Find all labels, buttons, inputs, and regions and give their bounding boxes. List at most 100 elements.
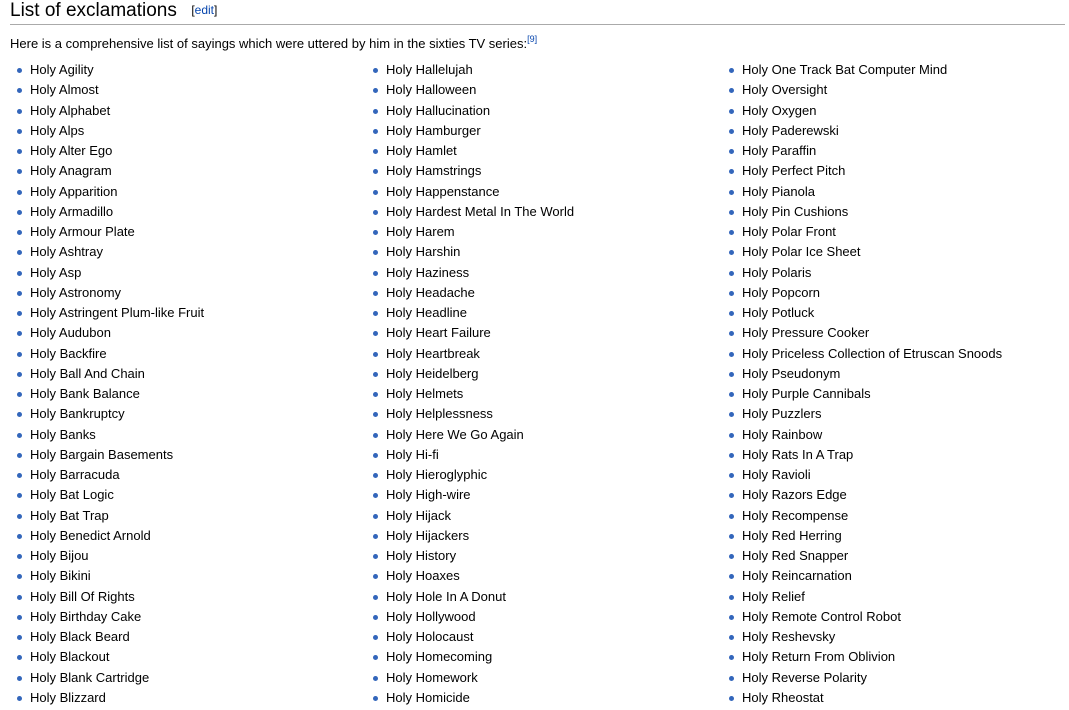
bullet-icon (729, 331, 734, 337)
bullet-icon (373, 513, 378, 519)
list-item-text: Holy Potluck (742, 305, 815, 320)
bullet-icon (17, 473, 22, 478)
list-item-text: Holy Hamburger (386, 122, 481, 138)
list-item: Holy Apparition (10, 182, 204, 202)
exclamation-list-column-1: Holy Agility Holy Almost Holy Alphabet Holy… (10, 60, 204, 708)
list-item-text: Holy Headache (386, 284, 475, 300)
list-item: Holy Hieroglyphic (366, 465, 574, 485)
list-item-text: Holy Paderewski (742, 122, 839, 138)
bullet-icon (729, 270, 734, 276)
bullet-icon (17, 270, 22, 276)
list-item-text: Holy Benedict Arnold (30, 527, 151, 543)
list-item-text: Holy Perfect Pitch (742, 163, 846, 179)
list-item-text: Holy Bijou (30, 548, 89, 563)
list-item-text: Holy Heidelberg (386, 365, 479, 381)
bullet-icon (373, 250, 378, 256)
edit-bracket-close: ] (214, 3, 218, 17)
list-item-text: Holy Relief (742, 588, 805, 604)
bullet-icon (17, 493, 22, 499)
bullet-icon (729, 513, 734, 519)
bullet-icon (373, 594, 378, 600)
bullet-icon (17, 432, 22, 438)
list-item: Holy Armadillo (10, 202, 204, 222)
bullet-icon (17, 108, 22, 114)
list-item: Holy Polar Front (722, 222, 1002, 242)
list-item: Holy Hamlet (366, 141, 574, 161)
bullet-icon (17, 128, 22, 134)
list-item: Holy Blackout (10, 647, 204, 667)
list-item: Holy Astronomy (10, 283, 204, 303)
list-item-text: Holy Oxygen (742, 102, 817, 118)
list-item-text: Holy Astronomy (30, 284, 122, 300)
list-item-text: Holy Pseudonym (742, 365, 841, 381)
bullet-icon (729, 128, 734, 134)
list-item: Holy Reincarnation (722, 566, 1002, 586)
list-item-text: Holy Heartbreak (386, 345, 480, 361)
bullet-icon (729, 655, 734, 661)
list-item-text: Holy Armour Plate (30, 224, 135, 239)
list-item: Holy Hollywood (366, 607, 574, 627)
bullet-icon (373, 169, 378, 175)
bullet-icon (373, 189, 378, 195)
bullet-icon (17, 371, 22, 377)
list-item-text: Holy Hole In A Donut (386, 588, 506, 604)
list-item: Holy Bankruptcy (10, 404, 204, 424)
bullet-icon (729, 412, 734, 418)
bullet-icon (729, 149, 734, 154)
list-item-text: Holy Oversight (742, 82, 828, 98)
bullet-icon (373, 290, 378, 296)
list-item: Holy Homicide (366, 688, 574, 708)
exclamation-list-column-3: Holy One Track Bat Computer Mind Holy Ove… (722, 60, 1002, 708)
list-item: Holy Blizzard (10, 688, 204, 708)
list-item: Holy Harem (366, 222, 574, 242)
list-item-text: Holy Asp (30, 264, 82, 280)
bullet-icon (729, 695, 734, 701)
list-item-text: Holy Bargain Basements (30, 446, 174, 462)
citation-link[interactable]: [9] (527, 34, 537, 44)
list-item-text: Holy One Track Bat Computer Mind (742, 62, 948, 77)
bullet-icon (373, 371, 378, 377)
bullet-icon (373, 392, 378, 397)
list-item: Holy Bank Balance (10, 384, 204, 404)
bullet-icon (373, 533, 378, 539)
list-item: Holy Black Beard (10, 627, 204, 647)
bullet-icon (17, 554, 22, 559)
list-item: Holy Ashtray (10, 242, 204, 262)
list-item: Holy Bijou (10, 546, 204, 566)
list-item: Holy Heart Failure (366, 323, 574, 343)
list-item-text: Holy Hamlet (386, 143, 457, 158)
bullet-icon (17, 655, 22, 661)
list-item-text: Holy Return From Oblivion (742, 649, 896, 665)
list-item-text: Holy Red Snapper (742, 548, 849, 563)
list-item-text: Holy Birthday Cake (30, 608, 142, 624)
bullet-icon (373, 554, 378, 559)
list-item: Holy Rheostat (722, 688, 1002, 708)
bullet-icon (17, 68, 22, 73)
bullet-icon (373, 412, 378, 418)
bullet-icon (373, 311, 378, 316)
bullet-icon (729, 533, 734, 539)
list-item-text: Holy Bat Trap (30, 507, 109, 523)
bullet-icon (17, 351, 22, 357)
list-item-text: Holy Hi-fi (386, 446, 439, 462)
bullet-icon (17, 209, 22, 215)
list-item: Holy Razors Edge (722, 485, 1002, 505)
bullet-icon (373, 614, 378, 620)
bullet-icon (729, 230, 734, 235)
list-item: Holy Harshin (366, 242, 574, 262)
list-item: Holy Homework (366, 668, 574, 688)
list-item: Holy High-wire (366, 485, 574, 505)
bullet-icon (729, 169, 734, 175)
edit-section-link[interactable]: edit (195, 3, 214, 17)
list-item-text: Holy Astringent Plum-like Fruit (30, 305, 205, 320)
bullet-icon (17, 169, 22, 175)
list-item-text: Holy Hieroglyphic (386, 467, 488, 482)
section-heading: List of exclamations [edit] (10, 0, 1065, 25)
bullet-icon (17, 412, 22, 418)
list-item-text: Holy History (386, 548, 457, 563)
list-item: Holy Paderewski (722, 121, 1002, 141)
intro-text: Here is a comprehensive list of sayings … (10, 36, 528, 51)
bullet-icon (17, 331, 22, 337)
list-item: Holy Birthday Cake (10, 607, 204, 627)
list-item-text: Holy Ashtray (30, 244, 103, 260)
